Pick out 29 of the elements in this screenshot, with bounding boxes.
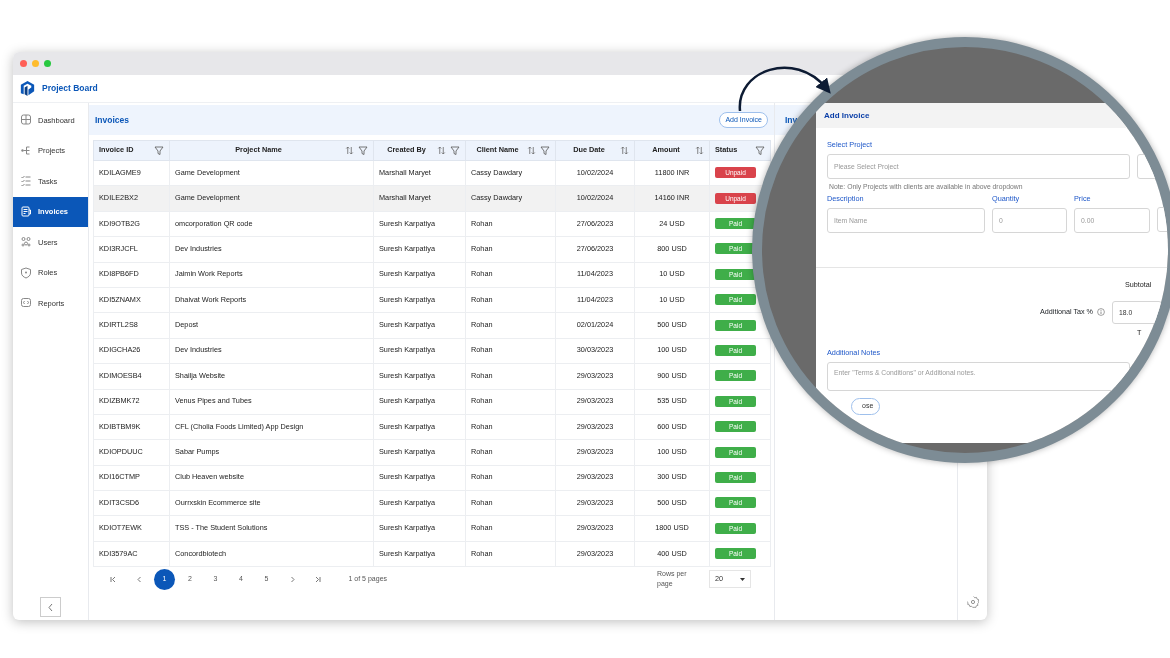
chevron-left-icon: [47, 602, 54, 612]
grid-icon: [20, 114, 32, 127]
shield-icon: [20, 266, 32, 279]
next-page-icon: [288, 575, 296, 583]
sort-icon[interactable]: [695, 146, 704, 155]
nodes-icon: [20, 144, 32, 157]
app-title: Project Board: [42, 82, 98, 95]
filter-icon[interactable]: [154, 146, 164, 155]
document-icon: [20, 205, 32, 218]
last-page-icon: [314, 575, 321, 583]
people-icon: [20, 236, 32, 249]
previous-page-icon: [135, 575, 143, 583]
filter-icon[interactable]: [358, 146, 368, 155]
checklist-icon: [20, 175, 32, 188]
filter-icon[interactable]: [540, 146, 550, 155]
filter-icon[interactable]: [755, 146, 765, 155]
caret-down-icon: [740, 577, 745, 581]
page-title: Invoices: [95, 113, 130, 127]
sort-icon[interactable]: [620, 146, 629, 155]
sort-icon[interactable]: [437, 146, 446, 155]
logo-icon: [18, 79, 37, 98]
sort-icon[interactable]: [527, 146, 536, 155]
filter-icon[interactable]: [450, 146, 460, 155]
sort-icon[interactable]: [345, 146, 354, 155]
code-icon: [20, 297, 32, 310]
first-page-icon: [110, 575, 117, 583]
panel-title: Inv: [785, 113, 798, 127]
info-icon[interactable]: [1097, 308, 1105, 317]
collapse-button[interactable]: [40, 597, 61, 617]
